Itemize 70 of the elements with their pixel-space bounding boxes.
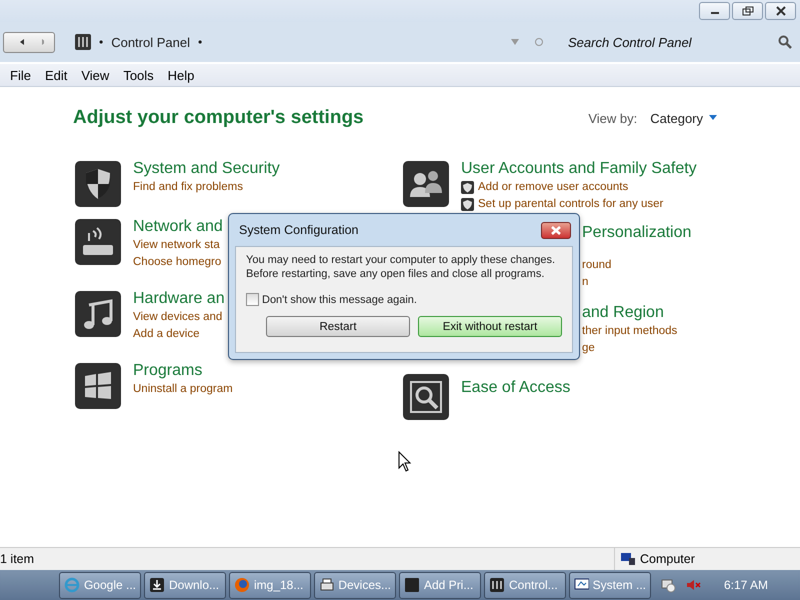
dialog-message: Before restarting, save any open files and close all programs. <box>246 267 546 281</box>
minimize-button[interactable] <box>699 2 730 20</box>
firefox-logo-icon <box>234 577 250 593</box>
task-link[interactable]: View network sta <box>133 237 220 254</box>
category-link[interactable]: Ease of Access <box>461 378 570 398</box>
shield-icon[interactable] <box>75 161 121 207</box>
search-field[interactable]: Search Control Panel <box>566 34 770 50</box>
square-icon <box>404 577 420 593</box>
location-label: Computer <box>640 552 696 566</box>
dialog-title: System Configuration <box>239 223 360 237</box>
dialog-message: You may need to restart your computer to apply these changes. <box>246 253 556 267</box>
menu-item[interactable]: Tools <box>116 68 161 82</box>
category-link[interactable]: Personalization <box>582 223 692 243</box>
page-heading: Adjust your computer's settings <box>73 107 365 129</box>
shield-icon <box>461 181 474 194</box>
path-separator[interactable]: • <box>198 35 202 49</box>
magnifier-icon[interactable] <box>403 374 449 420</box>
close-button[interactable] <box>765 2 796 20</box>
restart-button[interactable]: Restart <box>266 316 410 337</box>
clock[interactable]: 6:17 AM <box>724 578 768 592</box>
music-note-icon[interactable] <box>75 291 121 337</box>
breadcrumb[interactable]: Control Panel <box>111 34 190 50</box>
windows-flag-icon[interactable] <box>75 363 121 409</box>
menu-item[interactable]: View <box>74 68 116 82</box>
close-icon <box>550 226 562 234</box>
category-link[interactable]: and Region <box>582 303 664 323</box>
category-link[interactable]: Network and <box>133 217 223 237</box>
task-link[interactable]: round <box>582 257 612 274</box>
close-button[interactable] <box>541 222 571 238</box>
restore-icon <box>742 6 754 16</box>
control-panel-icon <box>75 34 91 50</box>
checkbox[interactable] <box>246 293 259 306</box>
printer-icon <box>319 577 334 593</box>
network-icon[interactable] <box>660 577 676 593</box>
search-icon[interactable] <box>778 35 792 49</box>
shield-icon <box>461 198 474 211</box>
menu-item[interactable]: File <box>3 68 38 82</box>
category-link[interactable]: Hardware an <box>133 289 225 309</box>
task-link[interactable]: Add a device <box>133 326 200 343</box>
users-icon[interactable] <box>403 161 449 207</box>
category-link[interactable]: User Accounts and Family Safety <box>461 159 697 179</box>
exit-button[interactable]: Exit without restart <box>418 316 562 337</box>
checkbox-label: Don't show this message again. <box>262 294 417 306</box>
path-separator: • <box>99 35 104 49</box>
close-icon <box>774 6 786 16</box>
task-link[interactable]: n <box>582 274 588 291</box>
task-link[interactable]: Find and fix problems <box>133 179 243 196</box>
menu-item[interactable]: Help <box>160 68 202 82</box>
ie-logo-icon <box>64 577 80 593</box>
mouse-cursor-icon <box>398 451 412 473</box>
task-link[interactable]: Add or remove user accounts <box>478 179 628 196</box>
category-link[interactable]: System and Security <box>133 159 280 179</box>
view-by-dropdown[interactable]: Category <box>650 110 717 126</box>
back-forward-button[interactable] <box>3 32 55 52</box>
restore-button[interactable] <box>732 2 763 20</box>
task-link[interactable]: ge <box>582 340 595 357</box>
caret-icon <box>709 115 717 121</box>
computer-icon <box>620 552 636 566</box>
task-link[interactable]: ther input methods <box>582 323 678 340</box>
item-count: 1 item <box>0 552 34 566</box>
category-link[interactable]: Programs <box>133 361 202 381</box>
task-link[interactable]: Set up parental controls for any user <box>478 196 664 213</box>
download-icon <box>149 577 165 593</box>
control-panel-icon <box>489 577 505 593</box>
task-link[interactable]: View devices and <box>133 309 222 326</box>
router-icon[interactable] <box>75 219 121 265</box>
menu-item[interactable]: Edit <box>38 68 74 82</box>
task-link[interactable]: Uninstall a program <box>133 381 233 398</box>
view-by-label: View by: <box>588 110 638 126</box>
task-link[interactable]: Choose homegro <box>133 254 222 271</box>
